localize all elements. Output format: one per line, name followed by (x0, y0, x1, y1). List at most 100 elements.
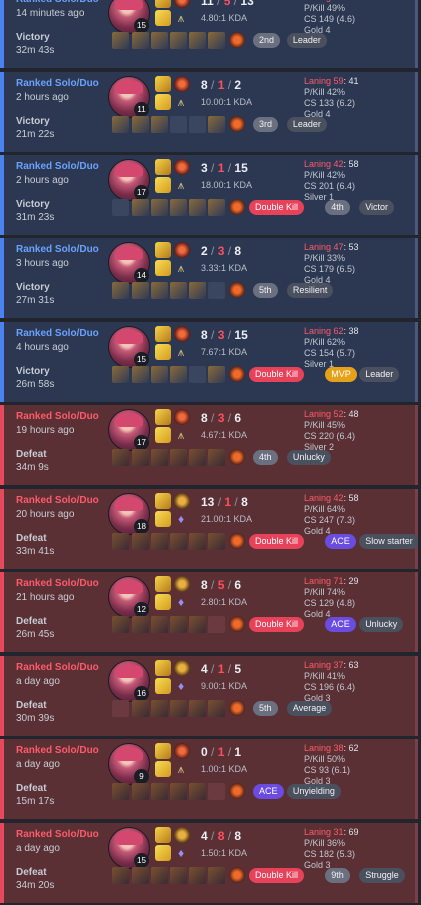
item-slot[interactable] (189, 32, 206, 49)
item-slot[interactable] (189, 700, 206, 717)
item-slot[interactable] (170, 783, 187, 800)
trinket-icon[interactable] (229, 616, 245, 632)
item-slot[interactable] (151, 449, 168, 466)
match-card[interactable]: Ranked Solo/Duo 20 hours ago Defeat 33m 41s… (0, 489, 418, 569)
item-slot[interactable] (170, 366, 187, 383)
match-card[interactable]: Ranked Solo/Duo 2 hours ago Victory 21m 22s… (0, 72, 418, 152)
item-slot[interactable] (208, 700, 225, 717)
item-slot[interactable] (132, 783, 149, 800)
item-slot[interactable] (112, 783, 129, 800)
item-slot[interactable] (151, 32, 168, 49)
item-slot[interactable] (189, 867, 206, 884)
empty-item-slot[interactable] (112, 199, 129, 216)
empty-item-slot[interactable] (189, 366, 206, 383)
match-card[interactable]: Ranked Solo/Duo a day ago Defeat 30m 39s 16 ♦… (0, 656, 418, 736)
item-slot[interactable] (151, 700, 168, 717)
item-slot[interactable] (170, 282, 187, 299)
kda-score: 2 / 3 / 8 (201, 244, 241, 258)
item-slot[interactable] (132, 867, 149, 884)
item-slot[interactable] (189, 449, 206, 466)
trinket-icon[interactable] (229, 449, 245, 465)
trinket-icon[interactable] (229, 783, 245, 799)
item-slot[interactable] (112, 533, 129, 550)
match-duration: 33m 41s (16, 546, 55, 557)
item-slot[interactable] (189, 199, 206, 216)
item-slot[interactable] (132, 116, 149, 133)
item-slot[interactable] (132, 533, 149, 550)
item-slot[interactable] (170, 867, 187, 884)
trinket-icon[interactable] (229, 116, 245, 132)
item-slot[interactable] (170, 199, 187, 216)
item-slot[interactable] (208, 449, 225, 466)
empty-item-slot[interactable] (189, 116, 206, 133)
kda-separator: / (224, 662, 235, 676)
item-slot[interactable] (132, 32, 149, 49)
trinket-icon[interactable] (229, 199, 245, 215)
item-slot[interactable] (132, 282, 149, 299)
item-slot[interactable] (112, 867, 129, 884)
kda-separator: / (231, 495, 242, 509)
item-slot[interactable] (132, 199, 149, 216)
empty-item-slot[interactable] (208, 282, 225, 299)
item-slot[interactable] (189, 282, 206, 299)
item-slot[interactable] (189, 616, 206, 633)
item-slot[interactable] (132, 616, 149, 633)
trinket-icon[interactable] (229, 700, 245, 716)
match-card[interactable]: Ranked Solo/Duo a day ago Defeat 15m 17s 9 ⩚ 0… (0, 739, 418, 819)
item-slot[interactable] (208, 116, 225, 133)
trinket-icon[interactable] (229, 366, 245, 382)
match-card[interactable]: Ranked Solo/Duo 21 hours ago Defeat 26m 45s… (0, 572, 418, 652)
item-slot[interactable] (151, 366, 168, 383)
item-slot[interactable] (132, 449, 149, 466)
item-slot[interactable] (112, 449, 129, 466)
champion-level: 15 (134, 352, 149, 367)
item-slot[interactable] (170, 32, 187, 49)
item-slot[interactable] (208, 867, 225, 884)
item-slot[interactable] (170, 616, 187, 633)
trinket-icon[interactable] (229, 282, 245, 298)
trinket-icon[interactable] (229, 533, 245, 549)
item-slot[interactable] (170, 449, 187, 466)
item-slot[interactable] (132, 700, 149, 717)
empty-item-slot[interactable] (208, 783, 225, 800)
teleport-spell-icon (174, 660, 190, 676)
assists: 6 (234, 578, 242, 592)
item-slot[interactable] (112, 366, 129, 383)
item-slot[interactable] (189, 783, 206, 800)
item-slot[interactable] (151, 533, 168, 550)
item-slot[interactable] (151, 867, 168, 884)
match-result: Defeat (16, 449, 47, 460)
item-slot[interactable] (151, 199, 168, 216)
item-slot[interactable] (132, 366, 149, 383)
item-slot[interactable] (208, 533, 225, 550)
match-card[interactable]: Ranked Solo/Duo 2 hours ago Victory 31m 23s… (0, 155, 418, 235)
item-slot[interactable] (189, 533, 206, 550)
item-slot[interactable] (151, 282, 168, 299)
sorcery-tree-icon: ♦ (177, 679, 185, 693)
match-card[interactable]: Ranked Solo/Duo 4 hours ago Victory 26m 58s… (0, 322, 418, 402)
item-slot[interactable] (112, 282, 129, 299)
empty-item-slot[interactable] (208, 616, 225, 633)
match-card[interactable]: Ranked Solo/Duo 19 hours ago Defeat 34m 9s 1… (0, 405, 418, 485)
item-slot[interactable] (151, 616, 168, 633)
match-card[interactable]: Ranked Solo/Duo 3 hours ago Victory 27m 31s… (0, 238, 418, 318)
item-slot[interactable] (208, 366, 225, 383)
item-slot[interactable] (112, 116, 129, 133)
item-slot[interactable] (170, 700, 187, 717)
creep-score: CS 154 (5.7) (304, 348, 356, 358)
sorcery-tree-icon: ♦ (177, 846, 185, 860)
item-slot[interactable] (170, 533, 187, 550)
trinket-icon[interactable] (229, 867, 245, 883)
kda-ratio: 2.80:1 KDA (201, 597, 248, 607)
item-slot[interactable] (208, 199, 225, 216)
item-slot[interactable] (208, 32, 225, 49)
trinket-icon[interactable] (229, 32, 245, 48)
match-card[interactable]: Ranked Solo/Duo 14 minutes ago Victory 32m … (0, 0, 418, 68)
item-slot[interactable] (151, 783, 168, 800)
empty-item-slot[interactable] (170, 116, 187, 133)
item-slot[interactable] (151, 116, 168, 133)
item-slot[interactable] (112, 616, 129, 633)
match-card[interactable]: Ranked Solo/Duo a day ago Defeat 34m 20s 15 ♦… (0, 823, 418, 903)
empty-item-slot[interactable] (112, 700, 129, 717)
item-slot[interactable] (112, 32, 129, 49)
